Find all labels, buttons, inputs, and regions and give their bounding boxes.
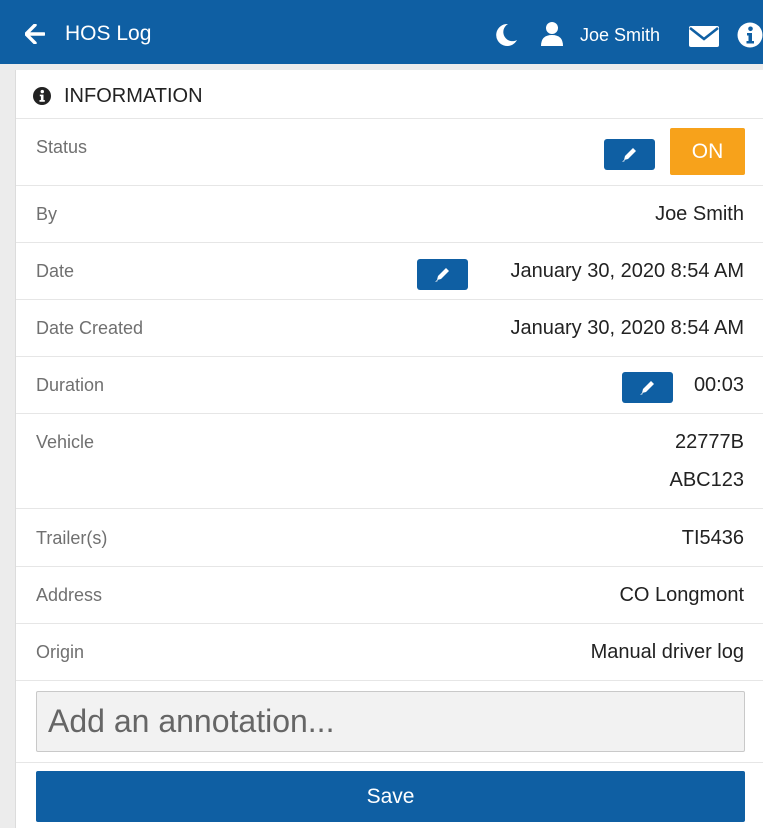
edit-duration-button[interactable] (622, 372, 673, 403)
status-label: Status (36, 137, 88, 157)
origin-value: Manual driver log (590, 641, 744, 663)
user-icon (541, 22, 563, 46)
annotation-input[interactable] (36, 691, 745, 752)
pencil-icon (640, 381, 654, 395)
date-row: Date January 30, 2020 8:54 AM (16, 243, 763, 300)
page-title: HOS Log (65, 22, 152, 45)
trailers-label: Trailer(s) (36, 528, 108, 548)
mail-icon[interactable] (689, 26, 719, 47)
date-created-value: January 30, 2020 8:54 AM (510, 317, 745, 339)
status-row: Status (16, 119, 763, 186)
by-label: By (36, 204, 58, 224)
information-panel: INFORMATION Status ON By Joe Smith Date … (15, 70, 763, 828)
trailers-row: Trailer(s) TI5436 (16, 509, 763, 567)
date-label: Date (36, 261, 75, 281)
vehicle-label: Vehicle (36, 432, 95, 452)
origin-row: Origin Manual driver log (16, 624, 763, 681)
moon-icon[interactable] (494, 23, 518, 47)
save-button[interactable]: Save (36, 771, 745, 822)
panel-header: INFORMATION (16, 70, 763, 119)
back-arrow-icon[interactable] (25, 24, 45, 44)
top-app-bar: HOS Log Joe Smith (0, 0, 763, 64)
duration-value: 00:03 (693, 374, 744, 396)
date-value: January 30, 2020 8:54 AM (510, 260, 745, 282)
duration-row: Duration 00:03 (16, 357, 763, 414)
vehicle-value-primary: 22777B (675, 431, 744, 453)
origin-label: Origin (36, 642, 85, 662)
divider (16, 762, 763, 763)
by-row: By Joe Smith (16, 186, 763, 243)
duration-label: Duration (36, 375, 105, 395)
vehicle-row: Vehicle 22777B ABC123 (16, 414, 763, 509)
edit-status-button[interactable] (604, 139, 655, 170)
info-circle-icon (33, 87, 51, 105)
username-link[interactable]: Joe Smith (580, 25, 660, 46)
pencil-icon (622, 148, 636, 162)
info-icon[interactable] (737, 22, 763, 48)
vehicle-value-secondary: ABC123 (669, 469, 745, 491)
edit-date-button[interactable] (417, 259, 468, 290)
by-value: Joe Smith (655, 203, 744, 225)
address-label: Address (36, 585, 103, 605)
address-row: Address CO Longmont (16, 567, 763, 624)
trailers-value: TI5436 (681, 527, 744, 549)
date-created-label: Date Created (36, 318, 144, 338)
panel-title: INFORMATION (64, 85, 203, 107)
date-created-row: Date Created January 30, 2020 8:54 AM (16, 300, 763, 357)
status-badge[interactable]: ON (670, 128, 745, 175)
pencil-icon (435, 268, 449, 282)
address-value: CO Longmont (619, 584, 744, 606)
